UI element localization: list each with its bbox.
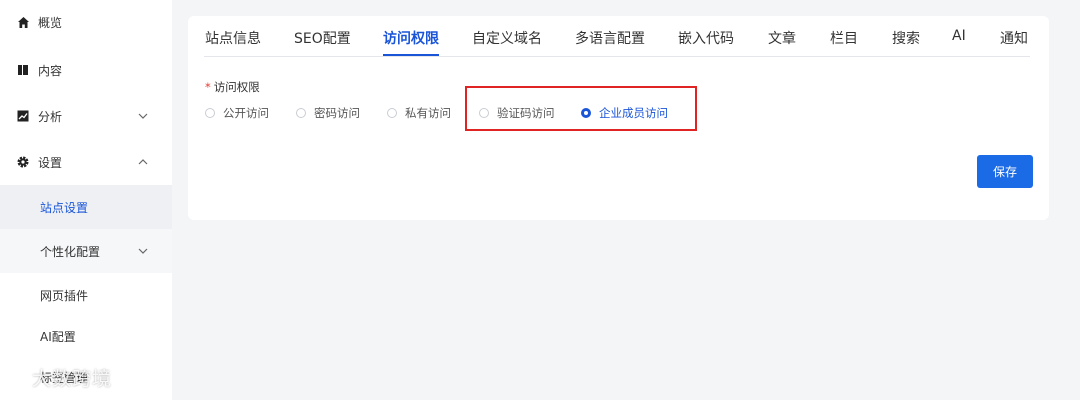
tab-bar: 站点信息 SEO配置 访问权限 自定义域名 多语言配置 嵌入代码 文章 栏目 搜… [204,16,1030,57]
tab-seo[interactable]: SEO配置 [294,28,351,48]
sidebar-item-label: 概览 [38,15,63,30]
radio-label: 密码访问 [314,106,360,120]
watermark-text: 大数跨境 [32,368,113,390]
tab-columns[interactable]: 栏目 [830,28,858,48]
sidebar-item-ai-config[interactable]: AI配置 [0,314,172,358]
sidebar-item-label: 站点设置 [40,200,89,215]
tab-access[interactable]: 访问权限 [383,28,439,48]
radio-public[interactable]: 公开访问 [205,105,269,121]
tab-multilingual[interactable]: 多语言配置 [575,28,645,48]
sidebar-item-overview[interactable]: 概览 [0,0,172,44]
sidebar-item-site-settings[interactable]: 站点设置 [0,185,172,229]
tab-articles[interactable]: 文章 [768,28,796,48]
sidebar-item-web-plugins[interactable]: 网页插件 [0,273,172,317]
book-icon [16,63,30,77]
radio-circle [296,108,306,118]
sidebar: 概览 内容 分析 设置 站点设置 个性化配置 网页插件 AI配置 标签管理 大数… [0,0,172,400]
radio-label: 公开访问 [223,106,269,120]
sidebar-item-label: 分析 [38,109,63,124]
sidebar-item-label: 内容 [38,63,63,78]
chevron-down-icon [138,113,148,119]
radio-circle [205,108,215,118]
tab-site-info[interactable]: 站点信息 [205,28,261,48]
sidebar-item-content[interactable]: 内容 [0,48,172,92]
active-tab-indicator [383,54,439,56]
sidebar-item-personalization[interactable]: 个性化配置 [0,229,172,273]
tab-embed-code[interactable]: 嵌入代码 [678,28,734,48]
sidebar-item-label: AI配置 [40,329,76,344]
sidebar-item-settings[interactable]: 设置 [0,140,172,184]
home-icon [16,15,30,29]
chart-icon [16,109,30,123]
tab-custom-domain[interactable]: 自定义域名 [472,28,542,48]
radio-password[interactable]: 密码访问 [296,105,360,121]
radio-circle [387,108,397,118]
access-field-label: * 访问权限 [205,79,260,95]
required-mark: * [205,80,211,94]
radio-private[interactable]: 私有访问 [387,105,451,121]
watermark: 大数跨境 [8,364,112,391]
annotation-highlight-box [465,86,697,131]
save-button[interactable]: 保存 [977,155,1033,188]
gear-icon [16,155,30,169]
tab-notifications[interactable]: 通知 [1000,28,1028,48]
chevron-down-icon [138,248,148,254]
sidebar-item-label: 设置 [38,155,63,170]
tab-ai[interactable]: AI [952,28,966,44]
chevron-up-icon [138,159,148,165]
sidebar-item-analytics[interactable]: 分析 [0,94,172,138]
field-label-text: 访问权限 [213,80,260,94]
sidebar-item-label: 网页插件 [40,288,89,303]
radio-label: 私有访问 [405,106,451,120]
settings-card: 站点信息 SEO配置 访问权限 自定义域名 多语言配置 嵌入代码 文章 栏目 搜… [188,16,1049,220]
tab-search[interactable]: 搜索 [892,28,920,48]
sidebar-item-label: 个性化配置 [40,244,101,259]
watermark-logo-icon [9,370,26,383]
